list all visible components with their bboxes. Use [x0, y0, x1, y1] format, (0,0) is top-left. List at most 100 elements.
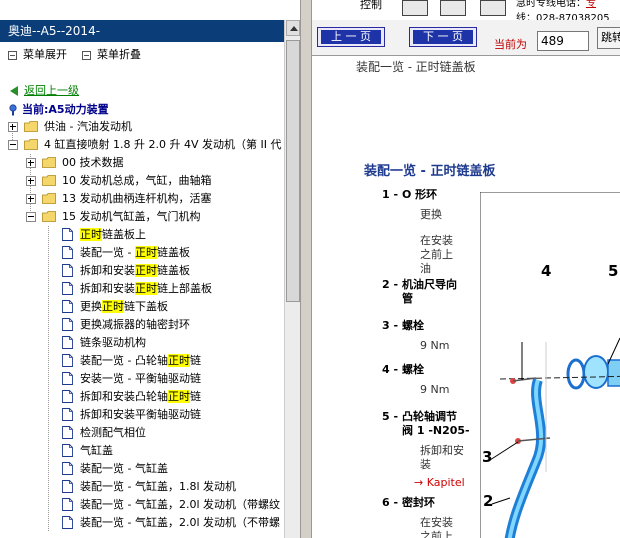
document-icon — [62, 426, 73, 439]
scroll-thumb[interactable] — [286, 40, 300, 302]
part-title: 管 — [402, 292, 413, 305]
label-part: 拆卸和安装 — [80, 282, 135, 295]
label-part: 装配一览 - 凸轮轴 — [80, 354, 168, 367]
label-part: 链盖板 — [157, 264, 190, 277]
document-content: 装配一览 - 正时链盖板 装配一览 - 正时链盖板 1 -O 形环 更换 在安装 之前… — [312, 56, 620, 538]
document-icon — [62, 480, 73, 493]
part-title: 螺栓 — [402, 363, 424, 376]
search-highlight: 正时 — [135, 282, 157, 295]
collapse-icon — [82, 50, 91, 60]
callout-3: 3 — [482, 448, 493, 466]
tree-item-label: 安装一览 - 平衡轴驱动链 — [80, 370, 201, 388]
tree-item-label: 00 技术数据 — [62, 156, 124, 169]
tree-item-label: 拆卸和安装凸轮轴正时链 — [80, 388, 201, 406]
tree-item-label: 装配一览 - 气缸盖，2.0l 发动机（不带螺 — [80, 514, 280, 532]
page-navigation-bar: 上 一 页 下 一 页 当前为 跳转 — [312, 20, 620, 56]
document-icon — [62, 498, 73, 511]
previous-page-button[interactable]: 上 一 页 — [317, 27, 385, 47]
navigation-panel: 奥迪--A5--2014- 菜单展开 菜单折叠 返回上一级 当前:A5动力装置 … — [0, 0, 302, 538]
part-title: 螺栓 — [402, 319, 424, 332]
expand-menu-button[interactable]: 菜单展开 — [8, 48, 67, 62]
part-note: 9 Nm — [420, 339, 450, 352]
chapter-link[interactable]: → Kapitel — [414, 476, 465, 490]
part-title: 机油尺导向 — [402, 278, 457, 291]
collapse-menu-button[interactable]: 菜单折叠 — [82, 48, 141, 62]
label-part: 链上部盖板 — [157, 282, 212, 295]
callout-5: 5 — [608, 262, 619, 280]
current-location: 当前:A5动力装置 — [8, 101, 109, 117]
document-icon — [62, 372, 73, 385]
part-number: 5 - — [382, 410, 399, 423]
document-icon — [62, 408, 73, 421]
collapse-node-icon[interactable] — [26, 212, 36, 222]
document-icon — [62, 354, 73, 367]
folder-icon — [24, 139, 38, 150]
callout-4: 4 — [541, 262, 552, 280]
tree-item-label: 4 缸直接喷射 1.8 升 2.0 升 4V 发动机（第 II 代 — [44, 138, 282, 151]
tree-item-label: 更换正时链下盖板 — [80, 298, 168, 316]
folder-icon — [24, 121, 38, 132]
current-page-label: 当前为 — [494, 38, 527, 51]
next-page-icon[interactable] — [480, 0, 506, 16]
panel-splitter[interactable] — [300, 0, 312, 538]
expand-node-icon[interactable] — [26, 176, 36, 186]
part-title: 凸轮轴调节 — [402, 410, 457, 423]
label-part: 链条驱动机构 — [80, 336, 146, 349]
next-page-button[interactable]: 下 一 页 — [409, 27, 477, 47]
search-highlight: 正时 — [134, 246, 157, 259]
first-page-icon[interactable] — [402, 0, 428, 16]
top-strip — [0, 0, 302, 20]
tree-item-label: 拆卸和安装正时链上部盖板 — [80, 280, 212, 298]
folder-icon — [42, 193, 56, 204]
document-icon — [62, 336, 73, 349]
previous-page-label: 上 一 页 — [321, 30, 381, 44]
part-note: 9 Nm — [420, 383, 450, 396]
expand-node-icon[interactable] — [26, 158, 36, 168]
collapse-node-icon[interactable] — [8, 140, 18, 150]
label-part: 装配一览 - 气缸盖 — [80, 462, 168, 475]
back-arrow-icon — [10, 86, 18, 96]
tree-item-label: 拆卸和安装平衡轴驱动链 — [80, 406, 201, 424]
current-label: 当前:A5动力装置 — [22, 103, 109, 116]
expand-node-icon[interactable] — [8, 122, 18, 132]
part-number: 4 - — [382, 363, 399, 376]
document-icon — [62, 282, 73, 295]
search-highlight: 正时 — [80, 228, 102, 241]
label-part: 链 — [189, 354, 201, 367]
document-panel: 控制 急时专线电话：专 线：028-87038205 上 一 页 下 一 页 当… — [312, 0, 620, 538]
document-icon — [62, 228, 73, 241]
document-icon — [62, 516, 73, 529]
tree-item-label: 15 发动机气缸盖，气门机构 — [62, 210, 201, 223]
expand-icon — [8, 50, 17, 60]
label-part: 链下盖板 — [124, 300, 168, 313]
part-note: 拆卸和安 — [420, 444, 464, 457]
page-breadcrumb: 装配一览 - 正时链盖板 — [356, 60, 476, 74]
part-note: 在安装 — [420, 516, 453, 529]
document-icon — [62, 390, 73, 403]
timing-chain-cover-diagram — [480, 192, 620, 538]
search-highlight: 正时 — [167, 354, 190, 367]
document-icon — [62, 318, 73, 331]
back-link[interactable]: 返回上一级 — [10, 82, 79, 98]
tree-item-label: 气缸盖 — [80, 442, 113, 460]
label-part: 装配一览 - 气缸盖，2.0l 发动机（不带螺 — [80, 516, 281, 529]
expand-node-icon[interactable] — [26, 194, 36, 204]
tree-item-label: 装配一览 - 气缸盖 — [80, 460, 168, 478]
contact-link[interactable]: 专 — [586, 0, 596, 9]
part-title: 阀 1 -N205- — [402, 424, 470, 437]
part-number: 6 - — [382, 496, 399, 509]
prev-page-icon[interactable] — [440, 0, 466, 16]
back-label: 返回上一级 — [24, 84, 79, 97]
label-part: 装配一览 - 气缸盖，1.8l 发动机 — [80, 480, 237, 493]
jump-button[interactable]: 跳转 — [597, 27, 620, 49]
folder-icon — [42, 157, 56, 168]
tree-scrollbar[interactable] — [284, 20, 300, 538]
document-icon — [62, 264, 73, 277]
page-number-input[interactable] — [537, 31, 589, 51]
part-title: O 形环 — [402, 188, 438, 201]
tree-item-label: 装配一览 - 气缸盖，1.8l 发动机 — [80, 478, 236, 496]
folder-icon — [42, 211, 56, 222]
label-part: 安装一览 - 平衡轴驱动链 — [80, 372, 201, 385]
label-part: 链 — [190, 390, 201, 403]
scroll-up-icon[interactable] — [286, 20, 300, 36]
